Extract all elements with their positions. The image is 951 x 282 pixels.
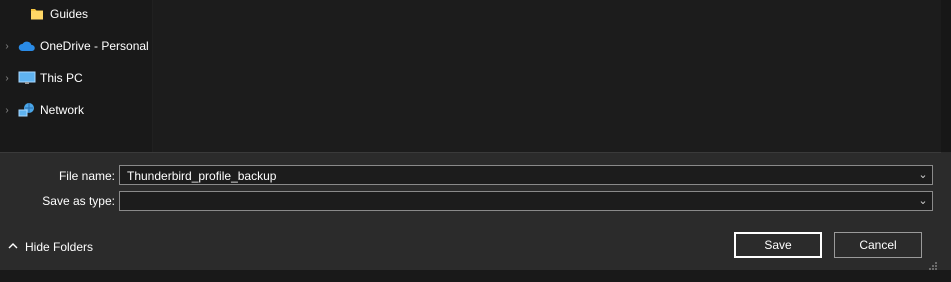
resize-grip-icon[interactable] [928,258,938,270]
nav-item-label: This PC [40,71,83,85]
save-button[interactable]: Save [734,232,822,258]
folder-icon [28,7,46,21]
chevron-down-icon[interactable]: ⌄ [917,168,929,182]
nav-item-label: Guides [50,7,89,21]
expand-chevron-icon[interactable]: › [0,73,14,84]
nav-item-network[interactable]: › Network [0,97,152,123]
expand-chevron-icon[interactable]: › [0,41,14,52]
nav-item-guides[interactable]: Guides [0,1,152,27]
file-name-label: File name: [58,169,115,183]
expand-chevron-icon[interactable]: › [0,105,14,116]
hide-folders-button[interactable]: Hide Folders [8,240,93,254]
file-list-area[interactable] [153,0,941,152]
file-name-input[interactable]: Thunderbird_profile_backup [127,169,276,183]
chevron-up-icon [8,242,20,253]
onedrive-cloud-icon [18,39,36,53]
save-as-type-select[interactable]: ⌄ [119,191,933,211]
nav-item-onedrive[interactable]: › OneDrive - Personal [0,33,152,59]
save-as-type-label: Save as type: [42,194,115,208]
hide-folders-label: Hide Folders [25,240,94,254]
chevron-down-icon[interactable]: ⌄ [917,194,929,208]
navigation-pane: Guides › OneDrive - Personal › This PC ›… [0,0,153,152]
cancel-button[interactable]: Cancel [834,232,922,258]
vertical-scrollbar[interactable] [941,0,951,152]
nav-item-label: OneDrive - Personal [40,39,149,53]
network-icon [18,103,36,117]
file-name-combobox[interactable]: Thunderbird_profile_backup ⌄ [119,165,933,185]
nav-item-label: Network [40,103,85,117]
window-bottom-edge [0,270,951,282]
computer-icon [18,71,36,85]
panel-edge [941,152,951,270]
nav-item-this-pc[interactable]: › This PC [0,65,152,91]
